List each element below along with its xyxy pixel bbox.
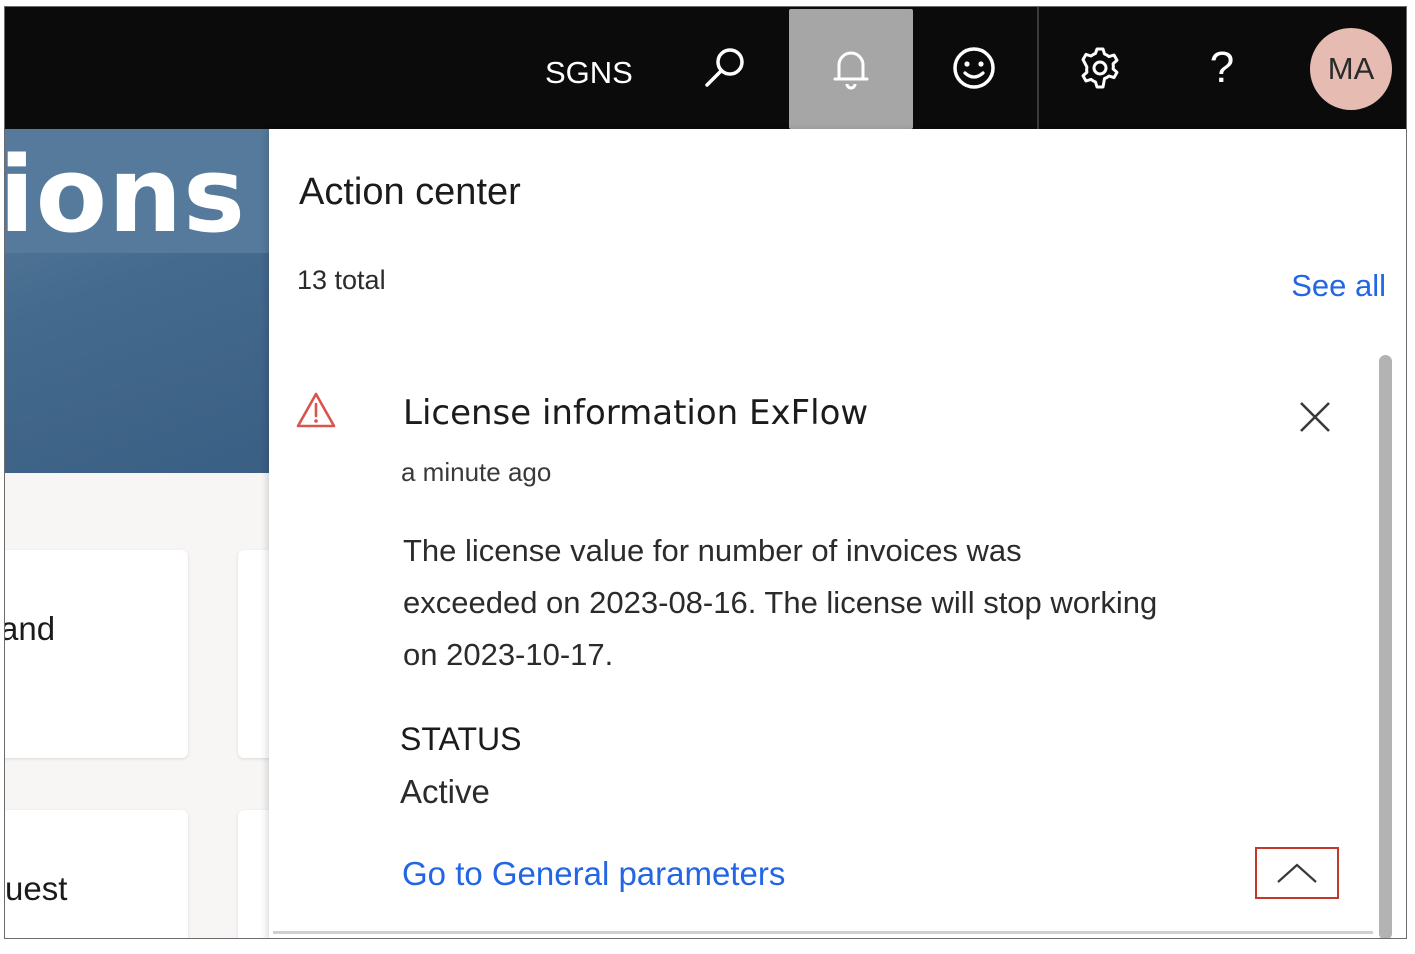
notification-card: License information ExFlow a minute ago …	[269, 369, 1369, 929]
panel-scrollbar[interactable]	[1379, 355, 1392, 938]
company-picker[interactable]: SGNS	[545, 55, 633, 91]
collapse-notification-button[interactable]	[1255, 847, 1339, 899]
top-bar: SGNS ? MA	[5, 7, 1406, 129]
tile-label: and	[4, 610, 56, 647]
user-avatar[interactable]: MA	[1310, 28, 1392, 110]
bell-icon	[833, 51, 869, 90]
action-center-panel: Action center 13 total See all License i…	[269, 129, 1406, 938]
settings-button[interactable]	[1039, 7, 1161, 129]
dismiss-notification-button[interactable]	[1289, 391, 1341, 443]
hero-title: ions	[5, 134, 247, 256]
chevron-up-icon	[1277, 863, 1317, 883]
gear-icon	[1081, 47, 1119, 89]
tile-label: uest	[5, 870, 68, 907]
smile-icon	[953, 47, 995, 89]
app-window: SGNS ? MA ions and uest Action center 13…	[4, 6, 1407, 939]
search-button[interactable]	[665, 7, 785, 129]
warning-icon	[295, 391, 337, 433]
notification-timestamp: a minute ago	[401, 457, 552, 487]
search-icon	[705, 48, 744, 87]
help-button[interactable]: ?	[1161, 7, 1283, 129]
notification-title: License information ExFlow	[403, 393, 869, 433]
workspace-tile[interactable]: uest	[5, 810, 188, 938]
status-label: STATUS	[400, 721, 522, 757]
workspace-hero-banner: ions	[5, 129, 269, 473]
see-all-link[interactable]: See all	[1291, 268, 1386, 304]
notification-divider	[273, 931, 1373, 934]
help-icon: ?	[1209, 43, 1235, 92]
notification-message: The license value for number of invoices…	[403, 533, 1158, 672]
go-to-general-parameters-link[interactable]: Go to General parameters	[402, 855, 785, 893]
workspace-tile[interactable]: and	[4, 550, 188, 758]
status-value: Active	[400, 773, 490, 810]
notifications-button[interactable]	[789, 9, 913, 129]
notification-count: 13 total	[297, 265, 386, 295]
close-icon	[1300, 402, 1330, 432]
panel-title: Action center	[299, 171, 521, 213]
feedback-button[interactable]	[913, 7, 1035, 129]
